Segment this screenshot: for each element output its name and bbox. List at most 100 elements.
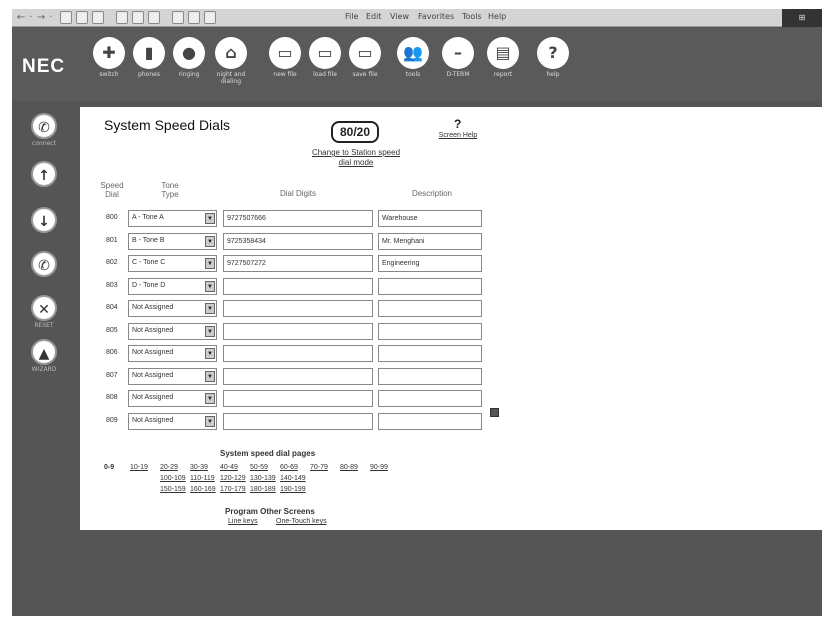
back-icon[interactable]: ← [16,11,26,24]
description-field[interactable]: Mr. Menghani [378,232,482,250]
page-link[interactable]: 40-49 [220,464,238,471]
page-link[interactable]: 160-169 [190,486,216,493]
toolbar-loadfile-button[interactable]: ▭ load file [304,37,346,97]
page-link[interactable]: 110-119 [190,475,215,482]
page-link[interactable]: 30-39 [190,464,208,471]
page-link[interactable]: 90-99 [370,464,388,471]
tone-type-select[interactable]: C - Tone C ▼ [128,255,217,272]
sidebar-upload-button[interactable]: ↑ [24,161,64,188]
description-field[interactable] [378,277,482,295]
chevron-down-icon[interactable]: ▼ [205,213,215,224]
help-question-icon[interactable]: ? [454,117,461,131]
chevron-down-icon[interactable]: ▼ [205,348,215,359]
tone-type-select[interactable]: Not Assigned ▼ [128,390,217,407]
toolbar-phones-button[interactable]: ▮ phones [128,37,170,97]
page-link[interactable]: 150-159 [160,486,186,493]
toolbar-ringing-button[interactable]: ● ringing [168,37,210,97]
page-link[interactable]: 20-29 [160,464,178,471]
menu-edit[interactable]: Edit [366,12,382,21]
page-link[interactable]: 140-149 [280,475,306,482]
toolbar-switch-button[interactable]: ✚ switch [88,37,130,97]
history-icon[interactable] [148,11,160,24]
page-link[interactable]: 170-179 [220,486,246,493]
toolbar-label: tools [405,71,421,78]
description-field[interactable] [378,412,482,430]
toolbar-night-button[interactable]: ⌂ night and dialing [210,37,252,97]
search-icon[interactable] [116,11,128,24]
menu-tools[interactable]: Tools [462,12,482,21]
edit-icon[interactable] [204,11,216,24]
dial-digits-field[interactable] [223,300,373,317]
dial-digits-field[interactable] [223,390,373,407]
favorites-icon[interactable] [132,11,144,24]
chevron-down-icon[interactable]: ▼ [205,280,215,292]
toolbar-tools-button[interactable]: 👥 tools [392,37,434,97]
dial-digits-field[interactable] [223,367,373,385]
toolbar-dterm-button[interactable]: – D-TERM [437,37,479,97]
menu-file[interactable]: File [345,12,358,21]
other-screen-link[interactable]: Line keys [228,518,258,525]
dial-digits-field[interactable]: 9725358434 [223,232,373,250]
tone-type-select[interactable]: B - Tone B ▼ [128,232,217,250]
add-row-button[interactable] [490,408,499,417]
page-link[interactable]: 120-129 [220,475,246,482]
tone-type-select[interactable]: Not Assigned ▼ [128,412,217,430]
description-field[interactable] [378,367,482,385]
dial-digits-field[interactable] [223,322,373,340]
chevron-down-icon[interactable]: ▼ [205,235,215,247]
description-field[interactable] [378,345,482,362]
page-link[interactable]: 180-189 [250,486,276,493]
sidebar-disconnect-button[interactable]: ✆ [24,251,64,278]
page-link[interactable]: 70-79 [310,464,328,471]
chevron-down-icon[interactable]: ▼ [205,258,215,269]
sidebar-download-button[interactable]: ↓ [24,207,64,234]
change-mode-link[interactable]: Change to Station speed dial mode [306,148,406,168]
tone-type-select[interactable]: Not Assigned ▼ [128,322,217,340]
menu-help[interactable]: Help [488,12,506,21]
toolbar-savefile-button[interactable]: ▭ save file [344,37,386,97]
tone-type-select[interactable]: Not Assigned ▼ [128,367,217,385]
description-field[interactable]: Engineering [378,255,482,272]
page-link[interactable]: 50-59 [250,464,268,471]
page-link[interactable]: 190-199 [280,486,306,493]
description-field[interactable] [378,322,482,340]
page-link[interactable]: 100-109 [160,475,186,482]
description-field[interactable] [378,300,482,317]
dial-digits-field[interactable] [223,412,373,430]
refresh-icon[interactable] [76,11,88,24]
page-link[interactable]: 60-69 [280,464,298,471]
page-link[interactable]: 130-139 [250,475,276,482]
chevron-down-icon[interactable]: ▼ [205,303,215,314]
description-field[interactable]: Warehouse [378,210,482,227]
toolbar-newfile-button[interactable]: ▭ new file [264,37,306,97]
tone-type-select[interactable]: D - Tone D ▼ [128,277,217,295]
sidebar-wizard-button[interactable]: ▲ WIZARD [24,339,64,373]
chevron-down-icon[interactable]: ▼ [205,325,215,337]
toolbar-help-button[interactable]: ? help [532,37,574,97]
toolbar-report-button[interactable]: ▤ report [482,37,524,97]
screen-help-link[interactable]: Screen Help [436,131,480,140]
tone-type-select[interactable]: Not Assigned ▼ [128,345,217,362]
home-icon[interactable] [92,11,104,24]
sidebar-connect-button[interactable]: ✆ connect [24,113,64,147]
dial-digits-field[interactable]: 9727507666 [223,210,373,227]
forward-icon[interactable]: → [36,11,46,24]
print-icon[interactable] [188,11,200,24]
menu-favorites[interactable]: Favorites [418,12,454,21]
dial-digits-field[interactable]: 9727507272 [223,255,373,272]
chevron-down-icon[interactable]: ▼ [205,370,215,382]
description-field[interactable] [378,390,482,407]
mail-icon[interactable] [172,11,184,24]
dial-digits-field[interactable] [223,277,373,295]
menu-view[interactable]: View [390,12,409,21]
stop-icon[interactable] [60,11,72,24]
tone-type-select[interactable]: Not Assigned ▼ [128,300,217,317]
page-link[interactable]: 80-89 [340,464,358,471]
chevron-down-icon[interactable]: ▼ [205,415,215,427]
sidebar-reset-button[interactable]: ✕ RESET [24,295,64,329]
page-link[interactable]: 10-19 [130,464,148,471]
chevron-down-icon[interactable]: ▼ [205,393,215,404]
tone-type-select[interactable]: A - Tone A ▼ [128,210,217,227]
other-screen-link[interactable]: One-Touch keys [276,518,327,525]
dial-digits-field[interactable] [223,345,373,362]
